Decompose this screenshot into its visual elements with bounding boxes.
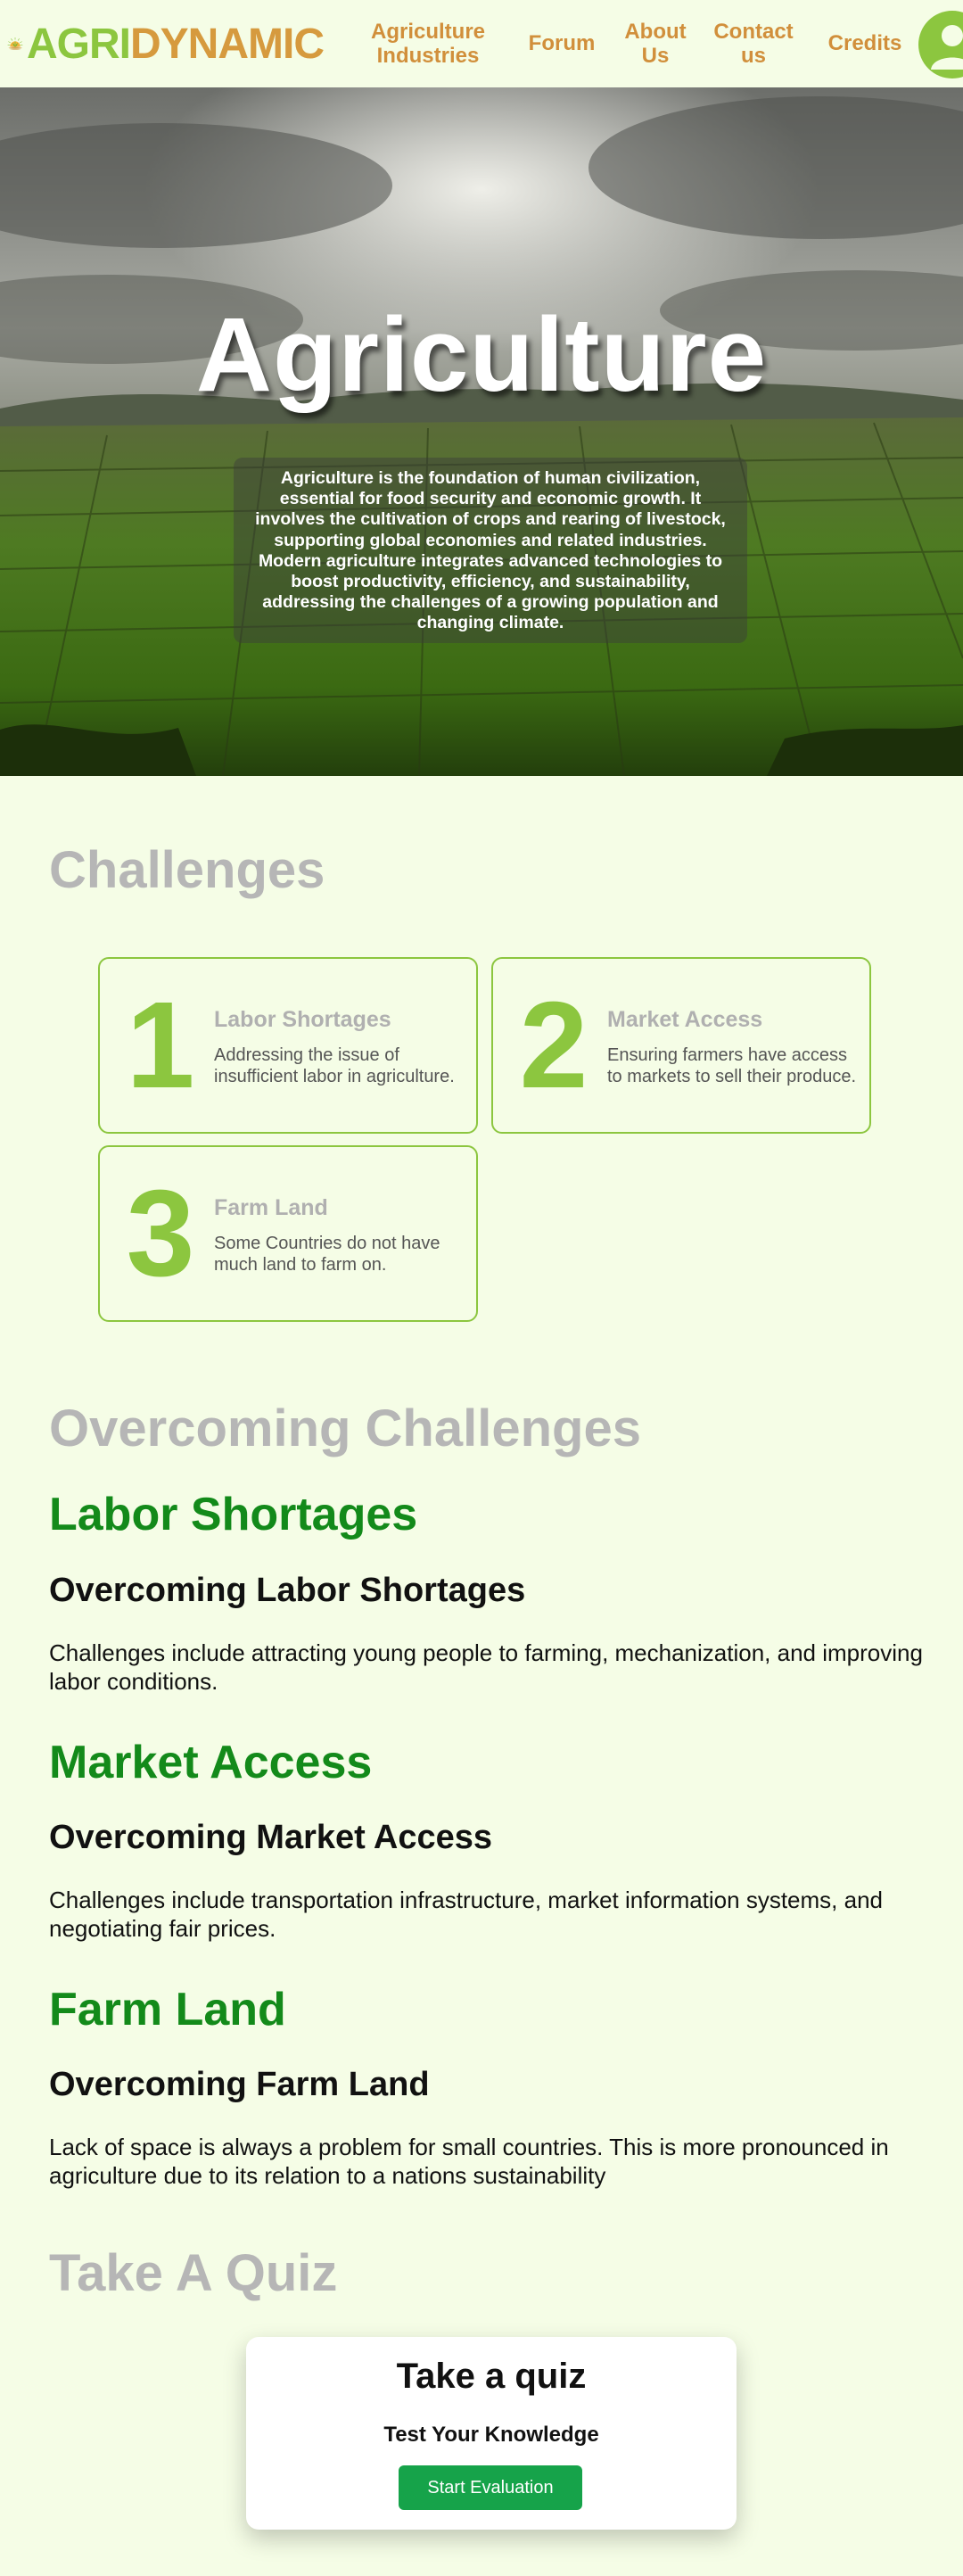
- quiz-card-subtitle: Test Your Knowledge: [383, 2423, 599, 2447]
- quiz-card-title: Take a quiz: [396, 2357, 587, 2396]
- challenge-card-2: 2 Market Access Ensuring farmers have ac…: [491, 957, 871, 1134]
- nav-link-label-line2: Us: [641, 44, 670, 68]
- overcoming-subheading: Overcoming Labor Shortages: [49, 1572, 526, 1609]
- sun-wheat-logo-icon: [7, 37, 23, 50]
- hero-title: Agriculture: [195, 296, 768, 414]
- quiz-section-title: Take A Quiz: [49, 2244, 338, 2302]
- overcoming-text: Lack of space is always a problem for sm…: [49, 2134, 889, 2189]
- nav-link-label-line2: Industries: [376, 44, 480, 68]
- start-evaluation-button[interactable]: Start Evaluation: [399, 2465, 582, 2510]
- farmland-background-image: [0, 87, 963, 776]
- hero-banner: Agriculture Agriculture is the foundatio…: [0, 87, 963, 776]
- brand-logo[interactable]: AGRIDYNAMIC: [7, 7, 325, 80]
- overcoming-heading: Farm Land: [49, 1984, 286, 2035]
- nav-link-label-line1: Agriculture: [370, 20, 485, 44]
- nav-link-label-line1: About: [624, 20, 687, 44]
- overcoming-subheading: Overcoming Market Access: [49, 1819, 493, 1856]
- challenge-number: 3: [126, 1165, 195, 1302]
- challenge-title: Labor Shortages: [214, 1007, 391, 1032]
- nav-link-about-us[interactable]: About Us: [615, 20, 696, 68]
- nav-link-label-line2: us: [740, 44, 766, 68]
- challenge-title: Market Access: [607, 1007, 763, 1032]
- hero-description: Agriculture is the foundation of human c…: [255, 468, 726, 633]
- overcoming-heading: Market Access: [49, 1737, 373, 1788]
- nav-link-agriculture-industries[interactable]: Agriculture Industries: [352, 20, 504, 68]
- challenge-number: 2: [519, 977, 588, 1114]
- challenge-card-3: 3 Farm Land Some Countries do not have m…: [98, 1145, 478, 1322]
- user-icon: [931, 25, 963, 70]
- overcoming-section-title: Overcoming Challenges: [49, 1399, 641, 1457]
- overcoming-heading: Labor Shortages: [49, 1489, 418, 1540]
- overcoming-text: Challenges include attracting young peop…: [49, 1639, 923, 1695]
- nav-link-label-line1: Contact: [713, 20, 794, 44]
- challenge-number: 1: [126, 977, 195, 1114]
- nav-link-credits[interactable]: Credits: [825, 31, 905, 55]
- hero-description-box: Agriculture is the foundation of human c…: [234, 458, 747, 643]
- nav-link-forum[interactable]: Forum: [508, 31, 615, 55]
- quiz-card: Take a quiz Test Your Knowledge Start Ev…: [246, 2337, 737, 2530]
- top-navbar: AGRIDYNAMIC Agriculture Industries Forum …: [0, 0, 963, 87]
- brand-name: AGRIDYNAMIC: [27, 20, 325, 69]
- challenge-card-1: 1 Labor Shortages Addressing the issue o…: [98, 957, 478, 1134]
- overcoming-subheading: Overcoming Farm Land: [49, 2066, 430, 2103]
- challenge-title: Farm Land: [214, 1195, 328, 1220]
- brand-name-part1: AGRI: [27, 20, 131, 68]
- user-avatar-button[interactable]: [918, 11, 963, 78]
- overcoming-text: Challenges include transportation infras…: [49, 1887, 883, 1942]
- nav-link-contact-us[interactable]: Contact us: [704, 20, 802, 68]
- challenges-section-title: Challenges: [49, 841, 325, 899]
- challenge-description: Addressing the issue of insufficient lab…: [214, 1045, 455, 1086]
- challenge-description: Ensuring farmers have access to markets …: [607, 1045, 857, 1086]
- brand-name-part2: DYNAMIC: [130, 20, 325, 68]
- challenge-description: Some Countries do not have much land to …: [214, 1234, 440, 1275]
